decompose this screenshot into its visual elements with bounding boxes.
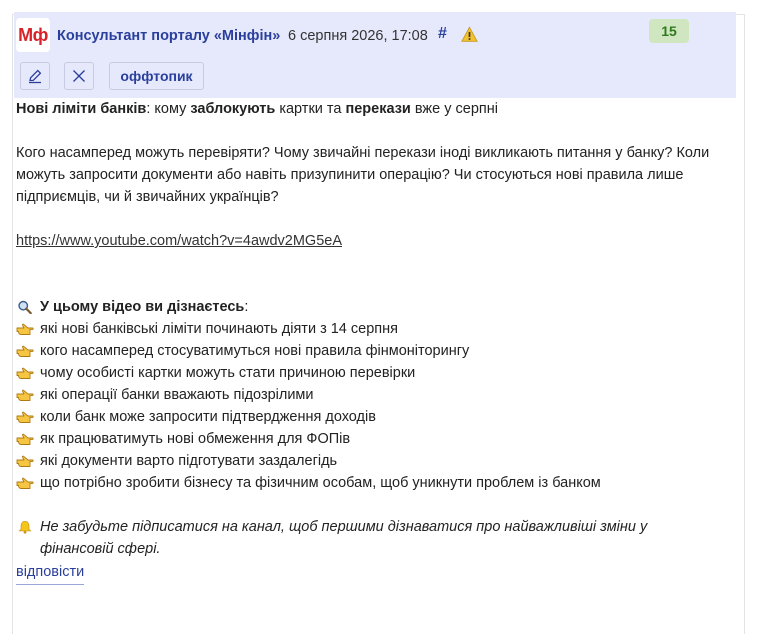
list-item: як працюватимуть нові обмеження для ФОПі… [16, 428, 716, 450]
learn-list: які нові банківські ліміти починають дія… [16, 318, 716, 494]
comment-body: Нові ліміти банків: кому заблокують карт… [16, 98, 716, 560]
magnifier-icon [18, 300, 32, 314]
pencil-icon [29, 69, 42, 84]
headline-bold-2: заблокують [190, 101, 276, 117]
headline-text-3: вже у серпні [410, 101, 498, 117]
learn-heading: У цьому відео ви дізнаєтесь: [16, 296, 716, 318]
rating-badge: 15 [649, 19, 689, 43]
learn-title: У цьому відео ви дізнаєтесь [40, 299, 245, 315]
list-item-text: чому особисті картки можуть стати причин… [40, 365, 416, 381]
list-item-text: коли банк може запросити підтвердження д… [40, 409, 376, 425]
delete-button[interactable] [64, 62, 94, 90]
list-item: які документи варто підготувати заздалег… [16, 450, 716, 472]
list-item-text: які операції банки вважають підозрілими [40, 387, 314, 403]
post-intro: Кого насамперед можуть перевіряти? Чому … [16, 145, 710, 205]
offtopic-button[interactable]: оффтопик [109, 62, 204, 90]
video-link[interactable]: https://www.youtube.com/watch?v=4awdv2MG… [16, 233, 342, 249]
list-item-text: що потрібно зробити бізнесу та фізичним … [40, 475, 601, 491]
list-item: які операції банки вважають підозрілими [16, 384, 716, 406]
minfin-logo[interactable]: Мф [16, 18, 50, 52]
list-item: що потрібно зробити бізнесу та фізичним … [16, 472, 716, 494]
list-item: чому особисті картки можуть стати причин… [16, 362, 716, 384]
pointing-hand-icon [16, 477, 34, 489]
list-item-text: які нові банківські ліміти починають дія… [40, 321, 398, 337]
list-item: кого насамперед стосуватимуться нові пра… [16, 340, 716, 362]
pointing-hand-icon [16, 455, 34, 467]
footer-note: Не забудьте підписатися на канал, щоб пе… [40, 519, 648, 557]
close-icon [73, 70, 85, 82]
pointing-hand-icon [16, 389, 34, 401]
warning-icon[interactable] [461, 26, 478, 43]
learn-colon: : [244, 299, 249, 315]
reply-link[interactable]: відповісти [16, 563, 85, 585]
pointing-hand-icon [16, 411, 34, 423]
pointing-hand-icon [16, 367, 34, 379]
list-item-text: як працюватимуть нові обмеження для ФОПі… [40, 431, 351, 447]
headline-bold-1: Нові ліміти банків [16, 101, 147, 117]
bell-icon [18, 520, 32, 534]
list-item: які нові банківські ліміти починають дія… [16, 318, 716, 340]
list-item: коли банк може запросити підтвердження д… [16, 406, 716, 428]
comment-header: Мф Консультант порталу «Мінфін» 6 серпня… [14, 12, 736, 98]
post-headline: Нові ліміти банків: кому заблокують карт… [16, 98, 716, 120]
pointing-hand-icon [16, 345, 34, 357]
list-item-text: які документи варто підготувати заздалег… [40, 453, 338, 469]
headline-text-2: картки та [275, 101, 346, 117]
permalink-hash[interactable]: # [438, 25, 447, 43]
footer-note-line: Не забудьте підписатися на канал, щоб пе… [16, 516, 716, 560]
comment-datetime: 6 серпня 2026, 17:08 [288, 28, 428, 44]
pointing-hand-icon [16, 433, 34, 445]
author-link[interactable]: Консультант порталу «Мінфін» [57, 28, 280, 44]
headline-bold-3: перекази [345, 101, 411, 117]
pointing-hand-icon [16, 323, 34, 335]
headline-text-1: : кому [146, 101, 191, 117]
edit-button[interactable] [20, 62, 50, 90]
list-item-text: кого насамперед стосуватимуться нові пра… [40, 343, 470, 359]
